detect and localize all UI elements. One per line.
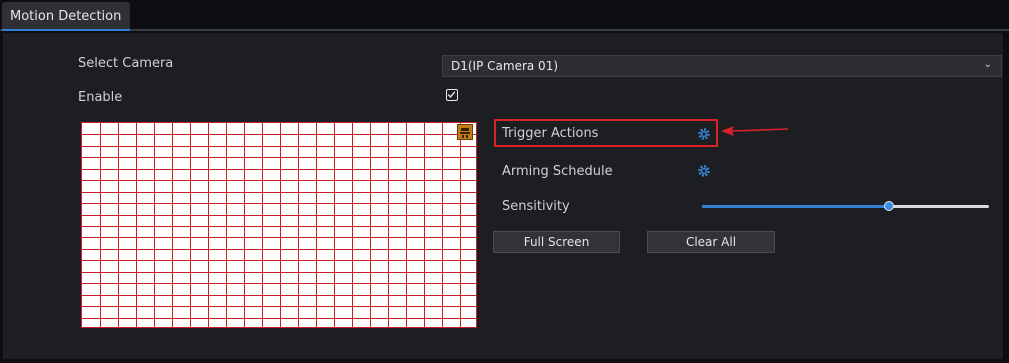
motion-area-grid[interactable]	[81, 122, 477, 328]
arming-schedule-gear-icon[interactable]	[697, 164, 711, 178]
sensitivity-label: Sensitivity	[502, 199, 570, 214]
chevron-down-icon[interactable]: ⌄	[984, 59, 992, 70]
active-tab-indicator	[2, 29, 130, 31]
tab-motion-detection[interactable]: Motion Detection	[2, 2, 130, 29]
checkmark-icon	[447, 91, 456, 98]
camera-select-value: D1(IP Camera 01)	[451, 59, 559, 73]
sensitivity-slider-handle[interactable]	[883, 201, 894, 211]
full-screen-button[interactable]: Full Screen	[493, 231, 620, 253]
enable-label: Enable	[78, 90, 123, 105]
enable-checkbox[interactable]	[446, 89, 458, 101]
camera-position-icon	[457, 124, 473, 140]
clear-all-button[interactable]: Clear All	[647, 231, 775, 253]
arrow-left-icon	[721, 126, 789, 136]
sensitivity-slider-fill	[702, 205, 889, 208]
gear-icon[interactable]	[697, 127, 711, 141]
motion-grid-lines	[82, 123, 476, 327]
tab-bar: Motion Detection	[0, 0, 1009, 31]
arming-schedule-label: Arming Schedule	[502, 164, 613, 179]
sensitivity-slider[interactable]	[702, 201, 989, 211]
trigger-actions-label: Trigger Actions	[502, 126, 599, 141]
camera-select[interactable]: D1(IP Camera 01) ⌄	[442, 55, 1002, 77]
select-camera-label: Select Camera	[78, 56, 174, 71]
